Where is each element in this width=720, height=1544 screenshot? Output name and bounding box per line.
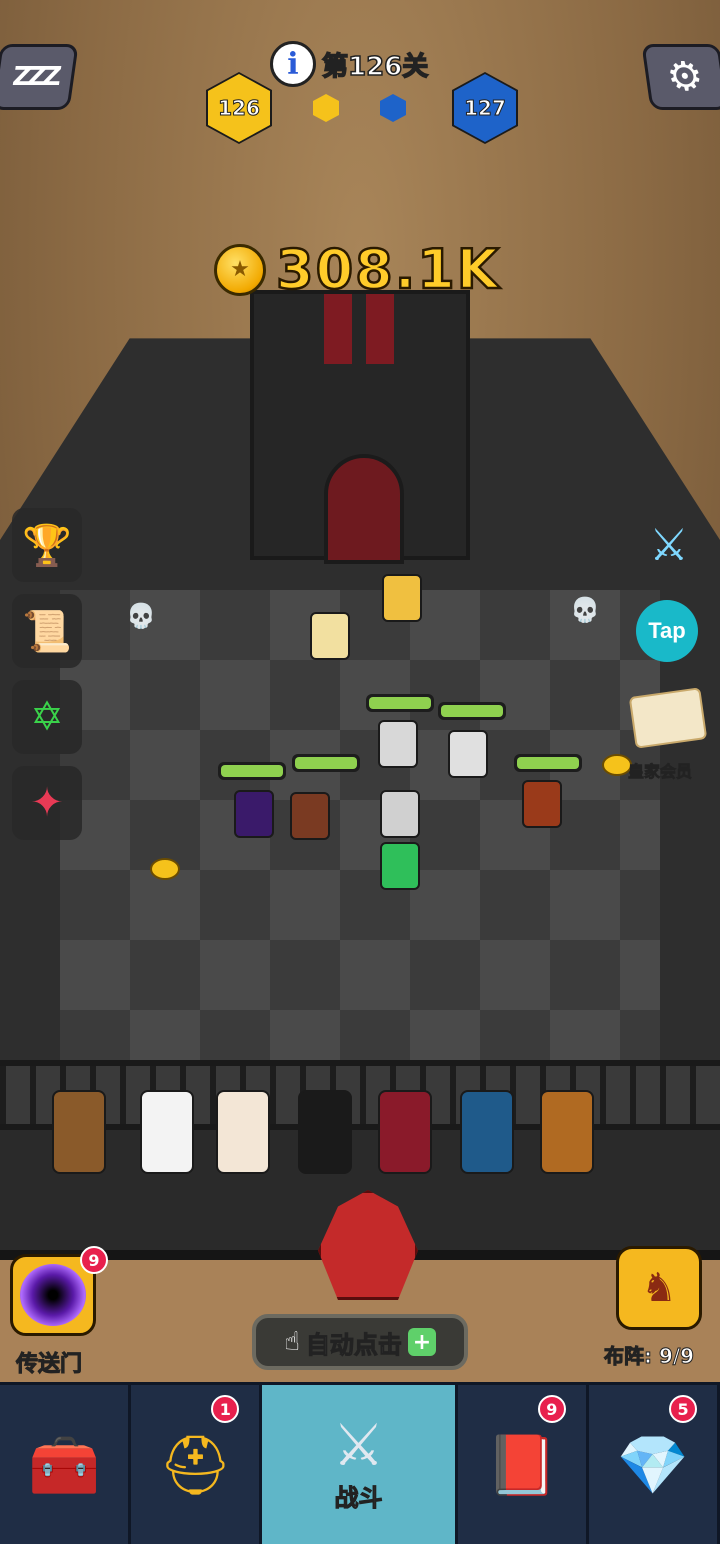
royal-member-label: 皇家会员 (628, 762, 693, 782)
auto-click-button[interactable]: ☝ 自动点击 + (252, 1314, 468, 1370)
sword-icon: ⚔ (649, 519, 689, 571)
health-bar (292, 754, 360, 772)
level-title: 第126关 (321, 51, 429, 83)
tab-heroes[interactable]: ⛑ 1 (131, 1385, 263, 1544)
enemy-unit (382, 574, 422, 622)
hero-unit[interactable] (378, 1090, 432, 1174)
hero-unit[interactable] (298, 1090, 352, 1174)
gear-icon: ⚙ (663, 54, 707, 100)
tab-spellbook-badge: 9 (537, 1395, 566, 1423)
hero-unit[interactable] (460, 1090, 514, 1174)
next-level-number: 127 (464, 96, 507, 121)
crossed-swords-icon: ⚔ (332, 1411, 385, 1479)
enemy-unit (234, 790, 274, 838)
tab-heroes-badge: 1 (211, 1395, 240, 1423)
skull-decoration: 💀 (570, 596, 600, 624)
castle-gate (324, 454, 404, 564)
level-header: i 第126关 (270, 40, 429, 88)
battle-board (60, 590, 660, 1060)
hero-unit[interactable] (216, 1090, 270, 1174)
enemy-unit (380, 790, 420, 838)
portal-swirl-icon (20, 1264, 86, 1326)
hexagram-icon: ✡ (30, 694, 64, 740)
portal-label: 传送门 (15, 1352, 83, 1378)
pointer-hand-icon: ☝ (284, 1327, 300, 1357)
enemy-unit (448, 730, 488, 778)
viking-helmet-icon: ⛑ (158, 1430, 233, 1499)
castle-banner (366, 294, 394, 364)
sword-boost-button[interactable]: ⚔ (636, 512, 702, 578)
coin-counter: ★ 308.1K (214, 237, 501, 303)
coin-amount: 308.1K (275, 237, 501, 303)
health-bar (438, 702, 506, 720)
scroll-map-icon: 📜 (22, 608, 72, 655)
enemy-castle (250, 290, 470, 564)
enemy-unit (522, 780, 562, 828)
castle-banner (324, 294, 352, 364)
enemy-unit (378, 720, 418, 768)
bottom-tab-bar: 🧰 ⛑ 1 ⚔ 战斗 📕 9 💎 5 (0, 1382, 720, 1544)
sleep-button[interactable]: ZZZ (0, 44, 79, 110)
rank-trophy-icon: 🏆 (22, 522, 72, 569)
hero-unit[interactable] (52, 1090, 106, 1174)
sleep-icon: ZZZ (10, 62, 60, 92)
auto-click-label: 自动点击 (305, 1330, 402, 1359)
tab-treasure[interactable]: 🧰 (0, 1385, 132, 1544)
health-bar (218, 762, 286, 780)
royal-member-card[interactable] (628, 687, 708, 749)
hero-unit[interactable] (140, 1090, 194, 1174)
tab-battle[interactable]: ⚔ 战斗 (262, 1385, 458, 1544)
spell-book-icon: 📕 (485, 1430, 558, 1499)
health-bar (514, 754, 582, 772)
settings-button[interactable]: ⚙ (641, 44, 720, 110)
skull-decoration: 💀 (126, 602, 156, 630)
current-level-number: 126 (218, 96, 261, 121)
arena-fence (0, 1060, 720, 1130)
info-icon[interactable]: i (270, 41, 316, 87)
plus-icon: + (407, 1328, 436, 1356)
tab-amulet[interactable]: 💎 5 (589, 1385, 720, 1544)
tap-label: Tap (648, 618, 686, 643)
tab-spellbook[interactable]: 📕 9 (458, 1385, 589, 1544)
amulet-icon: 💎 (616, 1430, 690, 1499)
coin-icon: ★ (214, 243, 266, 296)
formation-hero-icon: ♞ (641, 1265, 677, 1311)
gold-coin-drop[interactable] (150, 858, 180, 880)
enemy-unit (290, 792, 330, 840)
enemy-unit (380, 842, 420, 890)
hexagram-button[interactable]: ✡ (12, 680, 82, 754)
enemy-unit (310, 612, 350, 660)
rank-trophy-button[interactable]: 🏆 (12, 508, 82, 582)
red-crest-button[interactable]: ✦ (12, 766, 82, 840)
quest-scroll-button[interactable]: 📜 (12, 594, 82, 668)
tab-battle-label: 战斗 (334, 1484, 383, 1513)
hero-unit[interactable] (540, 1090, 594, 1174)
treasure-chest-icon: 🧰 (27, 1430, 101, 1499)
tap-button[interactable]: Tap (636, 600, 698, 662)
portal-badge: 9 (80, 1246, 108, 1274)
tab-amulet-badge: 5 (669, 1395, 698, 1423)
red-crest-icon: ✦ (30, 780, 64, 826)
formation-button[interactable]: ♞ (616, 1246, 702, 1330)
formation-label: 布阵: 9/9 (603, 1344, 695, 1369)
health-bar (366, 694, 434, 712)
